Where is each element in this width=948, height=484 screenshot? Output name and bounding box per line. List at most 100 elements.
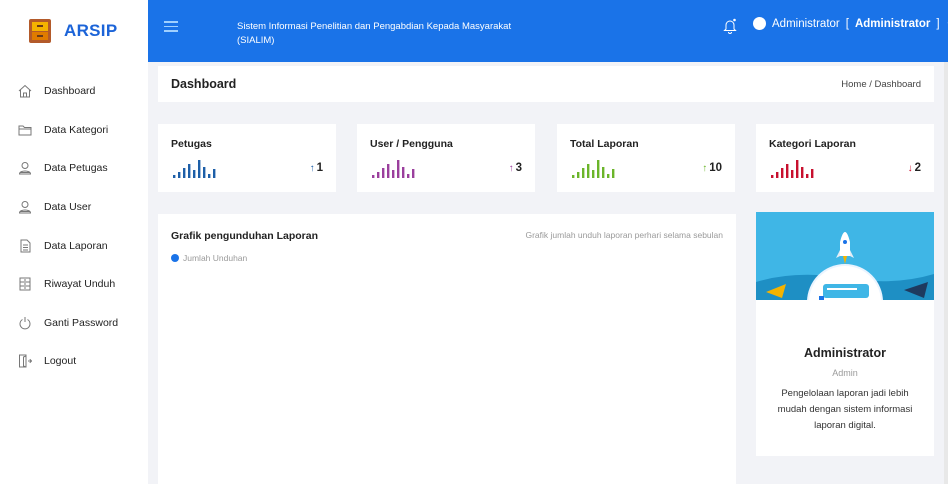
sidebar: ARSIP Dashboard Data Kategori Data Petug… bbox=[0, 0, 148, 484]
user-role: Administrator bbox=[854, 17, 931, 30]
sparkline-bar bbox=[392, 170, 395, 178]
sparkline-bar bbox=[387, 164, 390, 178]
bell-icon[interactable] bbox=[723, 18, 737, 34]
stat-label: User / Pengguna bbox=[370, 138, 453, 150]
bar-sparkline-icon bbox=[372, 160, 415, 178]
sidebar-item-label: Data Kategori bbox=[44, 123, 109, 136]
sparkline-bar bbox=[188, 164, 191, 178]
sidebar-item-ganti-password[interactable]: Ganti Password bbox=[0, 304, 148, 343]
stat-card-user: User / Pengguna ↑ 3 bbox=[357, 124, 535, 192]
page-scrollbar[interactable] bbox=[944, 62, 948, 484]
sparkline-bar bbox=[397, 160, 400, 178]
sparkline-bar bbox=[572, 175, 575, 178]
archive-icon bbox=[19, 277, 31, 291]
sidebar-item-label: Dashboard bbox=[44, 85, 96, 98]
sparkline-bar bbox=[577, 172, 580, 178]
hamburger-menu-icon[interactable] bbox=[164, 21, 178, 33]
trend-arrow-icon: ↑ bbox=[508, 162, 514, 174]
sidebar-item-riwayat-unduh[interactable]: Riwayat Unduh bbox=[0, 265, 148, 304]
document-icon bbox=[20, 239, 31, 253]
sparkline-bar bbox=[407, 174, 410, 178]
user-menu[interactable]: Administrator [ Administrator ] bbox=[753, 17, 948, 30]
archive-logo-icon bbox=[29, 19, 51, 43]
folder-icon bbox=[18, 125, 32, 136]
stat-card-petugas: Petugas ↑ 1 bbox=[158, 124, 336, 192]
trend-arrow-icon: ↑ bbox=[702, 162, 708, 174]
user-role-close: ] bbox=[936, 17, 940, 30]
home-icon bbox=[18, 85, 32, 98]
sidebar-item-data-user[interactable]: Data User bbox=[0, 188, 148, 227]
sidebar-item-label: Data User bbox=[44, 201, 92, 214]
sparkline-bar bbox=[412, 169, 415, 178]
sidebar-item-dashboard[interactable]: Dashboard bbox=[0, 72, 148, 111]
profile-role: Admin bbox=[832, 368, 858, 378]
sidebar-menu: Dashboard Data Kategori Data Petugas Dat… bbox=[0, 72, 148, 381]
stat-value: 3 bbox=[515, 162, 522, 174]
stat-value: 1 bbox=[316, 162, 323, 174]
sparkline-bar bbox=[806, 174, 809, 178]
bar-sparkline-icon bbox=[173, 160, 216, 178]
stat-value-wrap: ↓ 2 bbox=[908, 162, 921, 174]
chart-title: Grafik pengunduhan Laporan bbox=[171, 230, 319, 242]
stat-label: Total Laporan bbox=[570, 138, 639, 150]
avatar bbox=[753, 17, 766, 30]
stat-value-wrap: ↑ 10 bbox=[702, 162, 722, 174]
logout-icon bbox=[19, 354, 32, 368]
sparkline-bar bbox=[597, 160, 600, 178]
stat-value: 2 bbox=[914, 162, 921, 174]
profile-avatar-circle bbox=[809, 266, 881, 300]
app-title: Sistem Informasi Penelitian dan Pengabdi… bbox=[237, 21, 512, 46]
download-chart-card: Grafik pengunduhan Laporan Grafik jumlah… bbox=[158, 214, 736, 484]
stat-label: Kategori Laporan bbox=[769, 138, 856, 150]
sparkline-bar bbox=[198, 160, 201, 178]
topbar: Sistem Informasi Penelitian dan Pengabdi… bbox=[148, 0, 948, 62]
bar-sparkline-icon bbox=[572, 160, 615, 178]
sidebar-item-logout[interactable]: Logout bbox=[0, 342, 148, 381]
legend-label: Jumlah Unduhan bbox=[183, 253, 248, 263]
sparkline-bar bbox=[771, 175, 774, 178]
sparkline-bar bbox=[811, 169, 814, 178]
trend-arrow-icon: ↑ bbox=[309, 162, 315, 174]
sparkline-bar bbox=[587, 164, 590, 178]
stat-card-kategori-laporan: Kategori Laporan ↓ 2 bbox=[756, 124, 934, 192]
sidebar-item-data-petugas[interactable]: Data Petugas bbox=[0, 149, 148, 188]
profile-name: Administrator bbox=[804, 346, 886, 360]
user-icon bbox=[18, 162, 32, 175]
sparkline-bar bbox=[193, 170, 196, 178]
sparkline-bar bbox=[183, 168, 186, 178]
chat-illustration-icon bbox=[819, 284, 869, 300]
stat-value: 10 bbox=[709, 162, 722, 174]
sparkline-bar bbox=[208, 174, 211, 178]
brand[interactable]: ARSIP bbox=[0, 0, 148, 62]
chart-subtitle: Grafik jumlah unduh laporan perhari sela… bbox=[525, 230, 723, 240]
sparkline-bar bbox=[377, 172, 380, 178]
user-icon bbox=[18, 201, 32, 214]
breadcrumb[interactable]: Home / Dashboard bbox=[841, 79, 921, 90]
sidebar-item-data-kategori[interactable]: Data Kategori bbox=[0, 111, 148, 150]
sparkline-bar bbox=[372, 175, 375, 178]
brand-name: ARSIP bbox=[64, 21, 118, 40]
page-title: Dashboard bbox=[171, 77, 237, 91]
user-name: Administrator bbox=[772, 17, 840, 30]
trend-arrow-icon: ↓ bbox=[907, 162, 913, 174]
page-header: Dashboard Home / Dashboard bbox=[158, 66, 934, 102]
sidebar-item-label: Logout bbox=[44, 355, 77, 368]
chart-area bbox=[171, 263, 723, 463]
sparkline-bar bbox=[791, 170, 794, 178]
sidebar-item-label: Ganti Password bbox=[44, 316, 119, 329]
sidebar-item-label: Riwayat Unduh bbox=[44, 278, 116, 291]
sparkline-bar bbox=[173, 175, 176, 178]
sparkline-bar bbox=[213, 169, 216, 178]
stat-label: Petugas bbox=[171, 138, 212, 150]
stat-card-total-laporan: Total Laporan ↑ 10 bbox=[557, 124, 735, 192]
sparkline-bar bbox=[592, 170, 595, 178]
sparkline-bar bbox=[402, 167, 405, 178]
stat-value-wrap: ↑ 1 bbox=[310, 162, 323, 174]
sparkline-bar bbox=[602, 167, 605, 178]
chart-legend[interactable]: Jumlah Unduhan bbox=[171, 253, 723, 263]
sparkline-bar bbox=[607, 174, 610, 178]
sidebar-item-data-laporan[interactable]: Data Laporan bbox=[0, 226, 148, 265]
profile-description: Pengelolaan laporan jadi lebih mudah den… bbox=[777, 388, 913, 431]
sparkline-bar bbox=[382, 168, 385, 178]
sparkline-bar bbox=[582, 168, 585, 178]
